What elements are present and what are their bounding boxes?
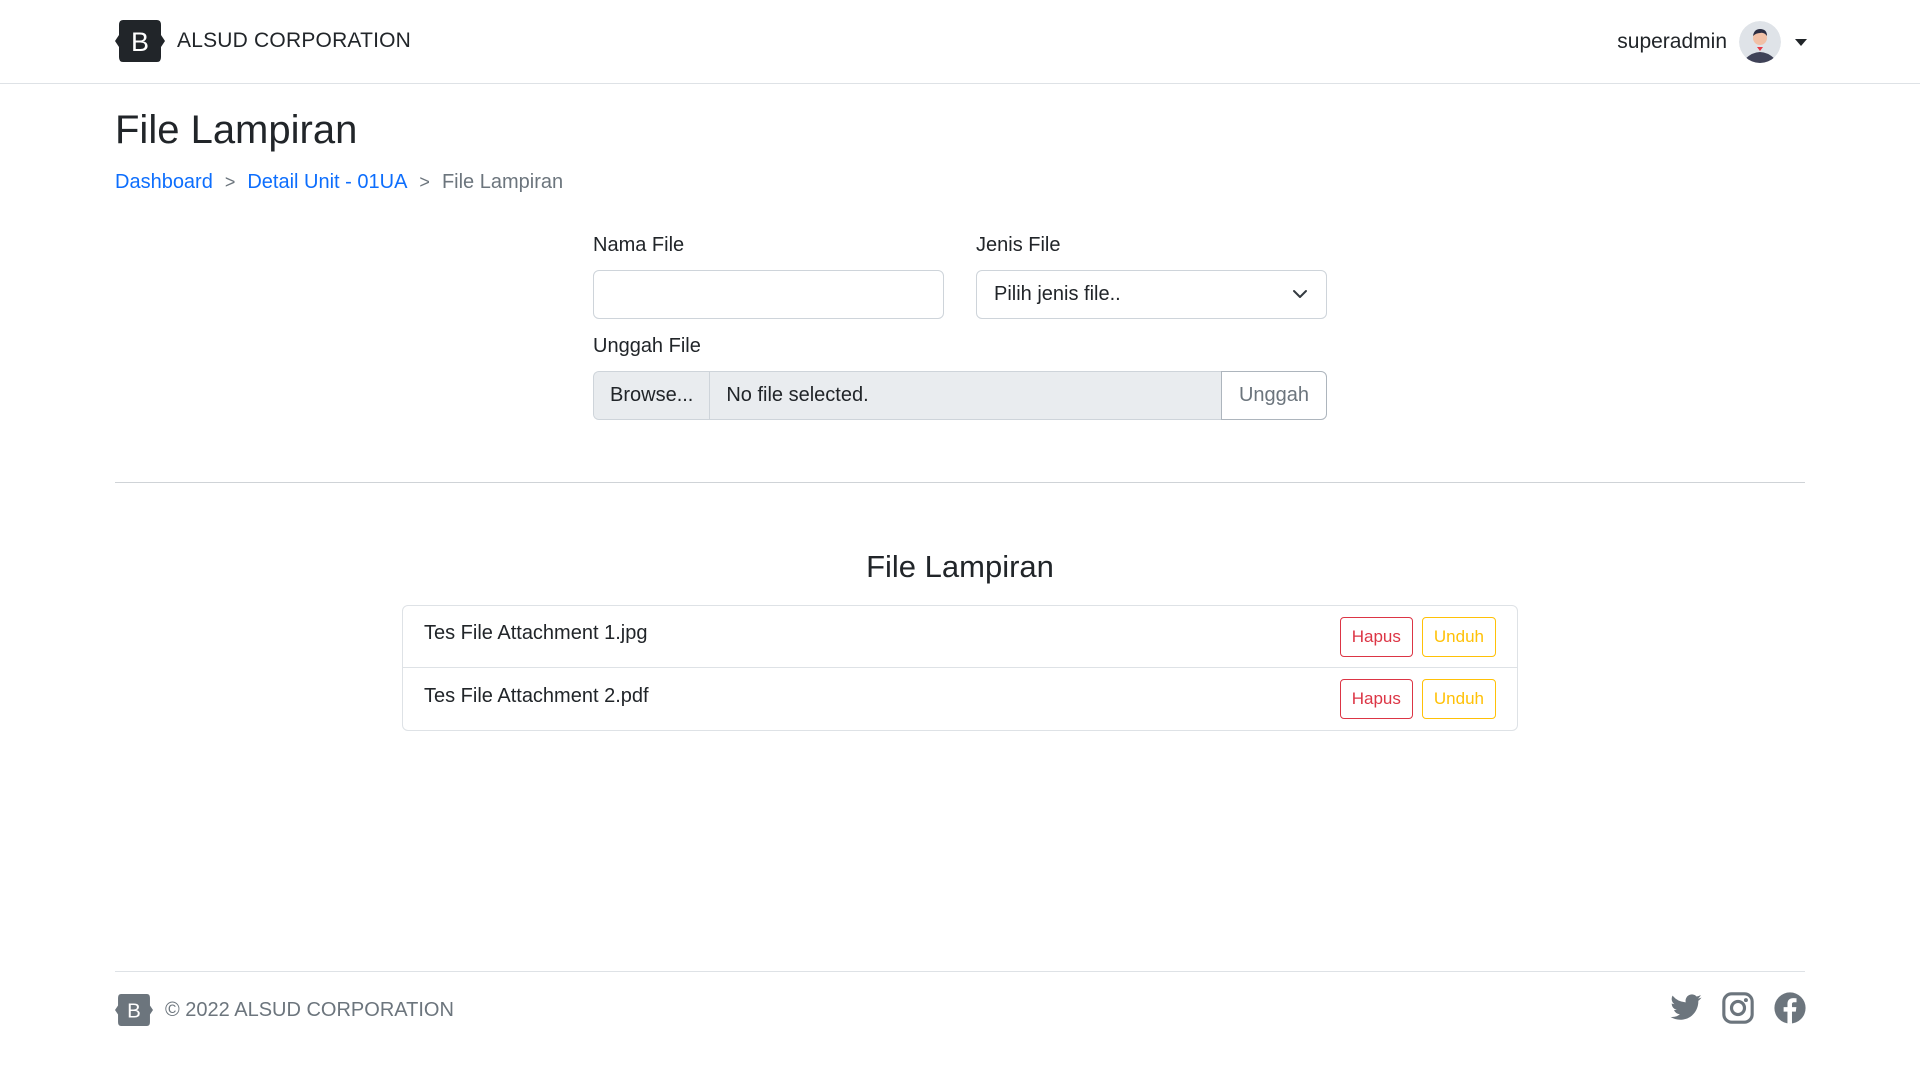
jenis-file-select[interactable]: Pilih jenis file.. [976,270,1327,319]
item-actions: Hapus Unduh [1339,679,1496,719]
file-status: No file selected. [726,384,869,406]
nama-file-input[interactable] [593,270,944,319]
breadcrumb: Dashboard > Detail Unit - 01UA > File La… [115,171,563,194]
instagram-icon [1722,992,1754,1024]
chevron-down-icon [1293,290,1307,298]
upload-button[interactable]: Unggah [1221,371,1327,420]
divider [115,482,1805,483]
delete-button[interactable]: Hapus [1339,617,1413,657]
footer-brand: B © 2022 ALSUD CORPORATION [115,994,454,1026]
file-upload-group: Browse... No file selected. Unggah [593,371,1327,420]
file-name: Tes File Attachment 1.jpg [424,622,648,644]
unggah-file-label: Unggah File [593,335,701,357]
bootstrap-logo-icon[interactable]: B [115,994,153,1026]
user-dropdown[interactable]: superadmin [1617,20,1807,64]
list-item: Tes File Attachment 1.jpg Hapus Unduh [403,606,1517,668]
download-button[interactable]: Unduh [1421,679,1496,719]
twitter-link[interactable] [1669,991,1703,1025]
browse-button[interactable]: Browse... [594,372,711,419]
facebook-link[interactable] [1773,991,1807,1025]
social-links [1651,991,1807,1025]
delete-button[interactable]: Hapus [1339,679,1413,719]
breadcrumb-current: File Lampiran [441,171,564,193]
attachments-list: Tes File Attachment 1.jpg Hapus Unduh Te… [402,605,1518,731]
chevron-down-icon[interactable] [1795,38,1807,46]
user-name: superadmin [1617,30,1727,53]
svg-text:B: B [131,27,149,57]
item-actions: Hapus Unduh [1339,617,1496,657]
jenis-file-selected: Pilih jenis file.. [994,283,1121,305]
nama-file-label: Nama File [593,234,685,256]
twitter-icon [1670,994,1702,1020]
jenis-file-label: Jenis File [976,234,1061,256]
download-button[interactable]: Unduh [1421,617,1496,657]
breadcrumb-separator: > [419,172,430,192]
facebook-icon [1774,992,1806,1024]
brand-link[interactable]: B ALSUD CORPORATION [115,20,411,62]
file-name: Tes File Attachment 2.pdf [424,684,649,707]
brand-name: ALSUD CORPORATION [177,29,412,52]
footer-copyright: © 2022 ALSUD CORPORATION [165,998,454,1021]
breadcrumb-separator: > [224,172,236,192]
list-item: Tes File Attachment 2.pdf Hapus Unduh [403,668,1517,730]
attachments-title: File Lampiran [866,549,1054,584]
svg-text:B: B [127,1000,141,1023]
bootstrap-logo-icon: B [115,20,165,62]
avatar[interactable] [1739,21,1781,63]
navbar: B ALSUD CORPORATION superadmin [0,0,1920,84]
breadcrumb-dashboard[interactable]: Dashboard [115,171,213,194]
file-input[interactable]: Browse... No file selected. [593,371,1221,420]
page-title: File Lampiran [115,108,358,152]
footer-divider [115,971,1805,972]
instagram-link[interactable] [1721,991,1755,1025]
breadcrumb-detail-unit[interactable]: Detail Unit - 01UA [247,171,407,194]
